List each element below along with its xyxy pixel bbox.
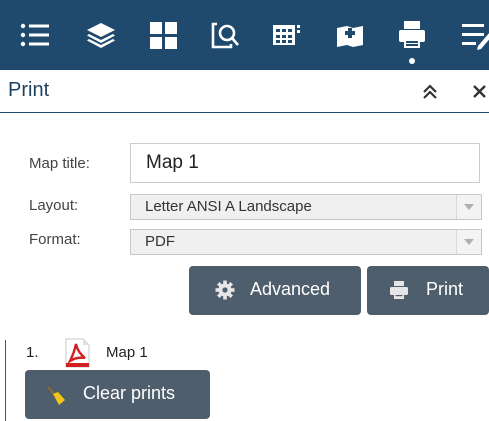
bookmark-icon[interactable] xyxy=(333,18,367,52)
active-indicator xyxy=(409,58,415,64)
legend-icon[interactable] xyxy=(270,18,304,52)
chevron-down-icon[interactable] xyxy=(456,230,481,254)
printer-icon xyxy=(389,280,409,305)
gear-icon xyxy=(215,280,235,305)
result-name[interactable]: Map 1 xyxy=(106,344,148,361)
map-title-input[interactable]: Map 1 xyxy=(130,143,480,183)
print-button[interactable]: Print xyxy=(367,266,489,315)
list-item[interactable]: 1. Map 1 xyxy=(26,338,226,368)
attribute-table-icon[interactable] xyxy=(460,18,489,52)
panel-title: Print xyxy=(8,79,50,101)
result-index: 1. xyxy=(26,344,39,361)
clear-prints-button[interactable]: Clear prints xyxy=(25,370,210,419)
format-select[interactable]: PDF xyxy=(130,229,482,255)
advanced-button-label: Advanced xyxy=(250,279,331,299)
list-icon[interactable] xyxy=(18,18,52,52)
format-select-value: PDF xyxy=(145,233,175,250)
advanced-button[interactable]: Advanced xyxy=(189,266,361,315)
basemap-gallery-icon[interactable] xyxy=(146,18,180,52)
widget-toolbar xyxy=(0,0,489,70)
pdf-icon xyxy=(63,338,91,368)
layout-select-value: Letter ANSI A Landscape xyxy=(145,198,312,215)
print-button-label: Print xyxy=(426,279,464,299)
format-label: Format: xyxy=(29,231,81,248)
collapse-icon[interactable] xyxy=(420,82,440,102)
query-icon[interactable] xyxy=(208,18,242,52)
layers-icon[interactable] xyxy=(84,18,118,52)
panel-header: Print xyxy=(0,70,489,113)
layout-select[interactable]: Letter ANSI A Landscape xyxy=(130,194,482,220)
print-icon[interactable] xyxy=(395,18,429,52)
close-icon[interactable] xyxy=(470,81,489,101)
chevron-down-icon[interactable] xyxy=(456,195,481,219)
map-title-label: Map title: xyxy=(29,155,90,172)
broom-icon xyxy=(45,384,67,411)
clear-prints-label: Clear prints xyxy=(83,383,176,403)
layout-label: Layout: xyxy=(29,197,79,214)
divider xyxy=(5,340,6,421)
